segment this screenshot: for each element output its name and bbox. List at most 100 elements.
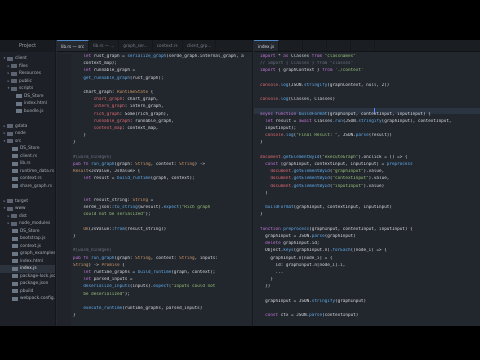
code-token: context_map [93,126,123,131]
tree-file[interactable]: client.rs [0,153,55,161]
tree-item-label: lib.rs [20,161,31,166]
file-icon [12,229,18,234]
code-token: rust_graph [93,54,120,59]
code-line: String) -> Promise { [73,263,252,269]
tree-file[interactable]: index.js [0,265,55,273]
editor-tab[interactable] [327,40,352,51]
code-line: serde_json::to_string(&result).expect("R… [73,205,252,211]
code-token: (inputs). [129,284,154,290]
code-token: ((node_i) => { [350,248,387,254]
code-token: : context_map, [122,126,159,131]
tree-folder[interactable]: ▸ files [0,63,55,71]
tree-item-label: gdata [15,123,28,129]
file-icon [16,94,22,99]
tree-folder[interactable]: ▸ node_modules [0,220,55,228]
code-token: preprocess [283,226,310,232]
code-line: const [graphInput, contextInput, inputIn… [260,162,480,168]
tree-file[interactable]: context.rs [0,175,55,183]
right-tab-bar: index.js [254,40,480,52]
code-token: String [179,162,195,167]
tree-folder[interactable]: ▾ www [0,205,55,213]
code-token: pub fn [73,255,92,261]
code-line: get_runnable_graph(rust_graph); [73,76,252,82]
tree-item-label: share_graph.rs [20,183,53,189]
editor-tab[interactable] [351,40,376,51]
tree-file[interactable]: bundle.js [0,108,55,116]
code-line: function preprocess(graphInput, contextI… [260,227,480,233]
editor-tab[interactable] [279,40,304,51]
editor-tab[interactable]: client_grp... [183,40,217,51]
code-token: run_graph [91,162,115,167]
tree-item-label: DS_Store [24,93,44,99]
tree-file[interactable]: pbuild [0,288,55,296]
code-token: parse [309,313,323,319]
tree-folder[interactable]: ▸ gdata [0,123,55,131]
editor-tab[interactable] [303,40,328,51]
editor-tab[interactable]: context.rs [153,40,183,51]
tree-folder[interactable]: ▸ public [0,78,55,86]
tree-file[interactable]: graph_examples.js [0,250,55,258]
tree-item-label: www [15,206,26,211]
code-token: let [73,176,94,182]
code-token: parse [355,133,369,139]
code-token: let [73,54,94,59]
code-line: console.log(Classes, Classes) [260,97,480,103]
editor-tab[interactable]: graph_ser... [119,40,153,51]
tree-folder[interactable]: ▸ dist [0,213,55,221]
tree-file[interactable]: share_graph.rs [0,183,55,191]
line-gutter [57,54,71,326]
code-line: console.log(JSON.stringify(graphContext,… [260,83,480,89]
tree-file[interactable]: DS_Store [0,93,55,101]
folder-icon [7,199,13,204]
code-token: deserialize_inputs [73,284,130,290]
code-token: document. [260,183,294,189]
code-token: (serde_graph.internal_graph, a [166,54,244,59]
code-token: build_runtime [117,176,151,182]
code-line: // import { Classes } from "classes" [260,61,480,67]
code-token: console. [260,82,281,88]
tree-folder[interactable]: ▸ node [0,130,55,138]
folder-icon [11,214,17,219]
code-line: } [260,140,480,146]
tree-file[interactable]: DS_Store [0,228,55,236]
tree-file[interactable]: context.js [0,243,55,251]
tree-folder[interactable]: ▸ Resources [0,70,55,78]
editor-tab[interactable]: lib.rs — ... [89,40,120,51]
tree-folder[interactable]: ▾ scripts [0,85,55,93]
tree-file[interactable]: bootstrap.js [0,235,55,243]
tree-file[interactable]: webpack.config.js [0,295,55,303]
code-token: (graphInput), contextInput, [381,118,452,124]
right-code-area[interactable]: import * as Classes from "classnames"// … [254,54,480,326]
code-line: } [73,133,252,139]
tree-file[interactable]: DS_Store [0,145,55,153]
editor-tab[interactable]: index.js [254,40,280,51]
tree-folder[interactable]: ▾ client [0,55,55,63]
code-line: } [73,313,252,319]
tree-folder[interactable]: ▸ target [0,198,55,206]
code-token: console. [260,133,286,139]
code-token: Classes [314,97,333,103]
tree-item-label: src [15,138,22,144]
tree-file[interactable]: lib.rs [0,160,55,168]
code-token: getElementById [293,183,330,189]
tree-file[interactable]: runtime_data.rs [0,168,55,176]
editor-tab[interactable]: lib.rs — src [57,40,90,51]
tree-file[interactable]: package-lock.json [0,273,55,281]
tree-folder[interactable]: ▾ src [0,138,55,146]
left-code-area[interactable]: let rust_graph = serialize_graph(serde_g… [57,54,252,326]
tree-file[interactable]: index.html [0,100,55,108]
tree-file[interactable]: package.json [0,280,55,288]
code-token: (contextInput) [322,313,359,319]
tree-file[interactable]: index.html [0,258,55,266]
code-token: graphInput.n[node_i] = { [260,255,333,261]
code-token: './context' [335,68,364,74]
code-token: const [260,162,281,167]
code-line: let result_string: String = [73,198,252,204]
code-line: } [260,277,480,283]
code-line: graphInput = JSON.stringify(graphInput) [260,299,480,305]
